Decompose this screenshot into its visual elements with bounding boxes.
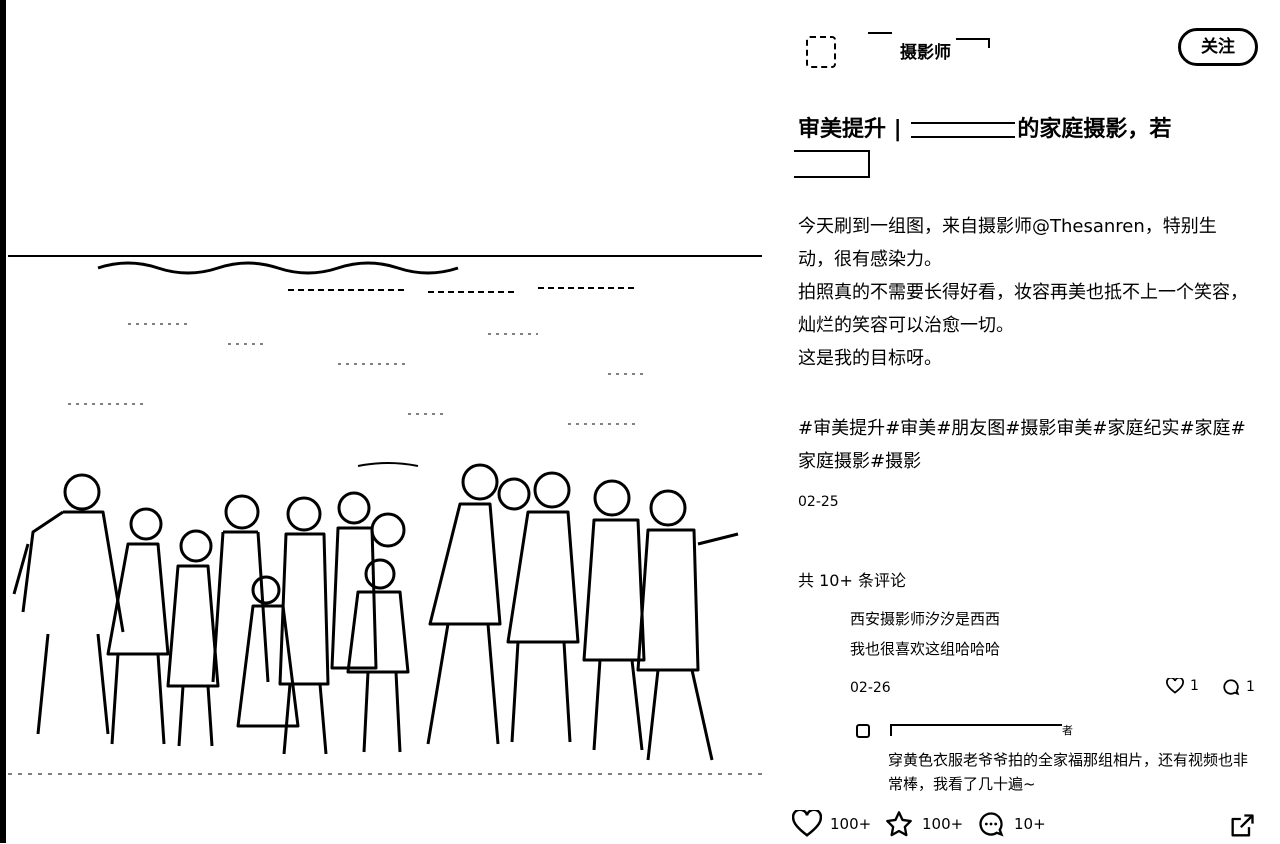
comment-button[interactable]: 10+: [976, 810, 1046, 838]
redaction-mark: [890, 724, 1062, 736]
family-photo-image: [8, 254, 762, 810]
author-avatar[interactable]: [806, 36, 836, 68]
tag-link[interactable]: #摄影: [870, 451, 921, 472]
comment-username[interactable]: 西安摄影师汐汐是西西: [850, 608, 1260, 630]
action-bar: 100+ 100+ 10+: [792, 808, 1264, 842]
comment-text: 我也很喜欢这组哈哈哈: [850, 640, 1001, 658]
redaction-mark: [911, 122, 1016, 138]
tag-link[interactable]: #家庭纪实: [1092, 418, 1179, 439]
tag-link[interactable]: #摄影审美: [1005, 418, 1092, 439]
comment-total: 10+: [1014, 815, 1046, 833]
redaction-mark: [794, 150, 870, 178]
follow-button[interactable]: 关注: [1178, 28, 1258, 66]
comment-bubble-icon: [979, 812, 1004, 837]
star-icon: [886, 811, 912, 837]
window-edge: [0, 0, 6, 843]
reply-text: 穿黄色衣服老爷爷拍的全家福那组相片，还有视频也非常棒，我看了几十遍~: [888, 751, 1249, 793]
collect-count: 100+: [922, 815, 964, 833]
post-tags: #审美提升#审美#朋友图#摄影审美#家庭纪实#家庭#家庭摄影#摄影: [798, 412, 1254, 478]
comment-bubble-icon: [1223, 679, 1240, 696]
like-count: 100+: [830, 815, 872, 833]
reply-avatar[interactable]: [856, 724, 870, 738]
comment-date: 02-26: [850, 680, 891, 696]
comment-like-button[interactable]: 1: [1166, 678, 1199, 694]
description-paragraph: 这是我的目标呀。: [798, 348, 942, 369]
post-title-rest: 的家庭摄影，若: [1017, 117, 1172, 142]
collect-button[interactable]: 100+: [884, 810, 963, 838]
tag-link[interactable]: #审美提升: [798, 418, 885, 439]
description-paragraph: 今天刷到一组图，来自摄影师@Thesanren，特别生动，很有感染力。: [798, 216, 1217, 270]
redaction-mark: [956, 38, 990, 48]
redaction-mark: [868, 32, 892, 34]
heart-icon: [792, 810, 822, 837]
description-paragraph: 拍照真的不需要长得好看，妆容再美也抵不上一个笑容，灿烂的笑容可以治愈一切。: [798, 282, 1248, 336]
comment-reply-count: 1: [1246, 679, 1255, 695]
author-name[interactable]: 摄影师: [900, 38, 951, 63]
author-tag: 者: [1062, 724, 1073, 737]
tag-link[interactable]: #朋友图: [936, 418, 1005, 439]
heart-icon: [1166, 678, 1184, 694]
comment-reply-button[interactable]: 1: [1222, 678, 1255, 696]
comment-meta: 02-26 1 1: [850, 678, 1255, 702]
post-photo[interactable]: [8, 254, 762, 810]
post-date: 02-25: [798, 494, 839, 510]
comment-count: 共 10+ 条评论: [798, 571, 906, 590]
share-button[interactable]: [1228, 812, 1256, 844]
post-title: 审美提升 | 的家庭摄影，若: [798, 112, 1248, 148]
tag-link[interactable]: #家庭: [1179, 418, 1230, 439]
share-icon: [1231, 814, 1254, 837]
post-description: 今天刷到一组图，来自摄影师@Thesanren，特别生动，很有感染力。 拍照真的…: [798, 210, 1250, 375]
post-title-prefix: 审美提升 |: [798, 117, 910, 142]
tag-link[interactable]: #审美: [885, 418, 936, 439]
comment-item: 西安摄影师汐汐是西西 我也很喜欢这组哈哈哈 02-26 1 1: [850, 608, 1260, 696]
like-button[interactable]: 100+: [792, 810, 871, 838]
comment-like-count: 1: [1190, 678, 1199, 694]
